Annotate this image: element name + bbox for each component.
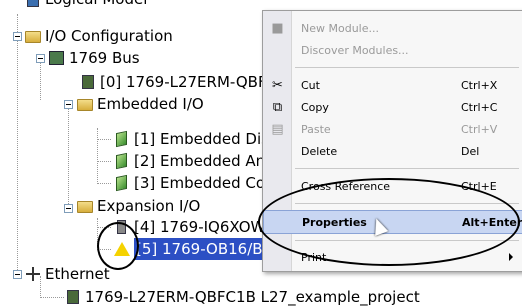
menu-item-shortcut: Ctrl+C <box>461 101 498 114</box>
tree-node-label: [3] Embedded Cou <box>134 174 275 192</box>
menu-item-delete[interactable]: Delete Del <box>263 140 522 164</box>
network-icon <box>24 266 42 282</box>
menu-item-paste[interactable]: ▤ Paste Ctrl+V <box>263 118 522 142</box>
folder-open-icon <box>24 28 42 44</box>
tree-node-expansion-io[interactable]: Expansion I/O <box>76 195 200 217</box>
tree-node-ethernet[interactable]: Ethernet <box>24 263 110 285</box>
menu-item-label: Cut <box>301 79 320 92</box>
tree-line <box>97 139 111 140</box>
tree-node-label: 1769-L27ERM-QBFC1B L27_example_project <box>85 288 420 306</box>
menu-item-cut[interactable]: ✂ Cut Ctrl+X <box>263 74 522 98</box>
tree-node-ethernet-controller[interactable]: 1769-L27ERM-QBFC1B L27_example_project <box>64 286 420 308</box>
tree-node-expansion-item[interactable]: [4] 1769-IQ6XOW4 <box>113 216 275 238</box>
collapse-io-configuration-toggle[interactable] <box>13 32 22 41</box>
tree-node-embedded-item[interactable]: [1] Embedded Disc <box>113 128 277 150</box>
io-module-icon <box>113 130 131 148</box>
tree-node-logical-model[interactable]: Logical Model <box>24 0 147 10</box>
tree-node-label: Embedded I/O <box>97 95 204 113</box>
menu-item-discover-modules[interactable]: Discover Modules... <box>263 39 522 63</box>
controller-module-icon <box>64 289 82 305</box>
tree-node-label: [5] 1769-OB16/B L <box>134 238 278 260</box>
scissors-icon: ✂ <box>272 78 283 93</box>
tree-line <box>40 297 64 298</box>
collapse-bus-toggle[interactable] <box>36 54 45 63</box>
menu-item-shortcut: Ctrl+V <box>461 123 498 136</box>
menu-separator <box>295 67 519 68</box>
tree-line <box>40 60 41 100</box>
io-module-icon <box>113 174 131 192</box>
tree-node-label: 1769 Bus <box>69 49 140 67</box>
tree-line <box>17 14 18 270</box>
menu-item-label: Delete <box>301 145 338 158</box>
new-module-icon: ■ <box>271 21 284 36</box>
menu-item-label: Copy <box>301 101 329 114</box>
menu-item-shortcut: Del <box>461 145 480 158</box>
menu-item-label: New Module... <box>301 22 379 35</box>
bus-icon <box>48 50 66 66</box>
tree-node-io-configuration[interactable]: I/O Configuration <box>24 25 173 47</box>
tree-node-label: Logical Model <box>45 0 147 10</box>
tree-node-controller[interactable]: [0] 1769-L27ERM-QBF <box>79 71 267 93</box>
copy-icon: ⧉ <box>272 100 283 115</box>
menu-item-shortcut: Ctrl+X <box>461 79 498 92</box>
tree-line <box>68 106 69 208</box>
menu-separator <box>295 168 519 169</box>
submenu-arrow-icon <box>509 253 513 261</box>
tree-node-label: I/O Configuration <box>45 27 173 45</box>
tree-line <box>97 128 98 184</box>
collapse-embedded-io-toggle[interactable] <box>64 100 73 109</box>
collapse-ethernet-toggle[interactable] <box>13 270 22 279</box>
tree-node-label: [4] 1769-IQ6XOW4 <box>134 218 275 236</box>
logical-model-icon <box>24 0 42 7</box>
menu-item-label: Paste <box>301 123 331 136</box>
tree-node-label: [1] Embedded Disc <box>134 130 278 148</box>
tree-node-embedded-io[interactable]: Embedded I/O <box>76 93 204 115</box>
highlight-ellipse-warning <box>97 222 139 270</box>
tree-node-label: [0] 1769-L27ERM-QBF <box>100 73 267 91</box>
tree-line <box>97 161 111 162</box>
menu-item-new-module[interactable]: ■ New Module... <box>263 17 522 41</box>
tree-node-embedded-item[interactable]: [3] Embedded Cou <box>113 172 275 194</box>
highlight-ellipse-properties <box>258 178 520 266</box>
io-module-icon <box>113 152 131 170</box>
tree-node-label: Expansion I/O <box>97 197 201 215</box>
menu-item-copy[interactable]: ⧉ Copy Ctrl+C <box>263 96 522 120</box>
controller-module-icon <box>79 74 97 90</box>
paste-icon: ▤ <box>271 122 284 137</box>
tree-node-1769-bus[interactable]: 1769 Bus <box>48 47 140 69</box>
tree-node-embedded-item[interactable]: [2] Embedded Ana <box>113 150 274 172</box>
tree-node-label: [2] Embedded Ana <box>134 152 275 170</box>
menu-item-label: Discover Modules... <box>301 44 409 57</box>
tree-node-label: Ethernet <box>45 265 110 283</box>
collapse-expansion-io-toggle[interactable] <box>64 204 73 213</box>
tree-line <box>97 183 111 184</box>
folder-open-icon <box>76 96 94 112</box>
folder-open-icon <box>76 198 94 214</box>
